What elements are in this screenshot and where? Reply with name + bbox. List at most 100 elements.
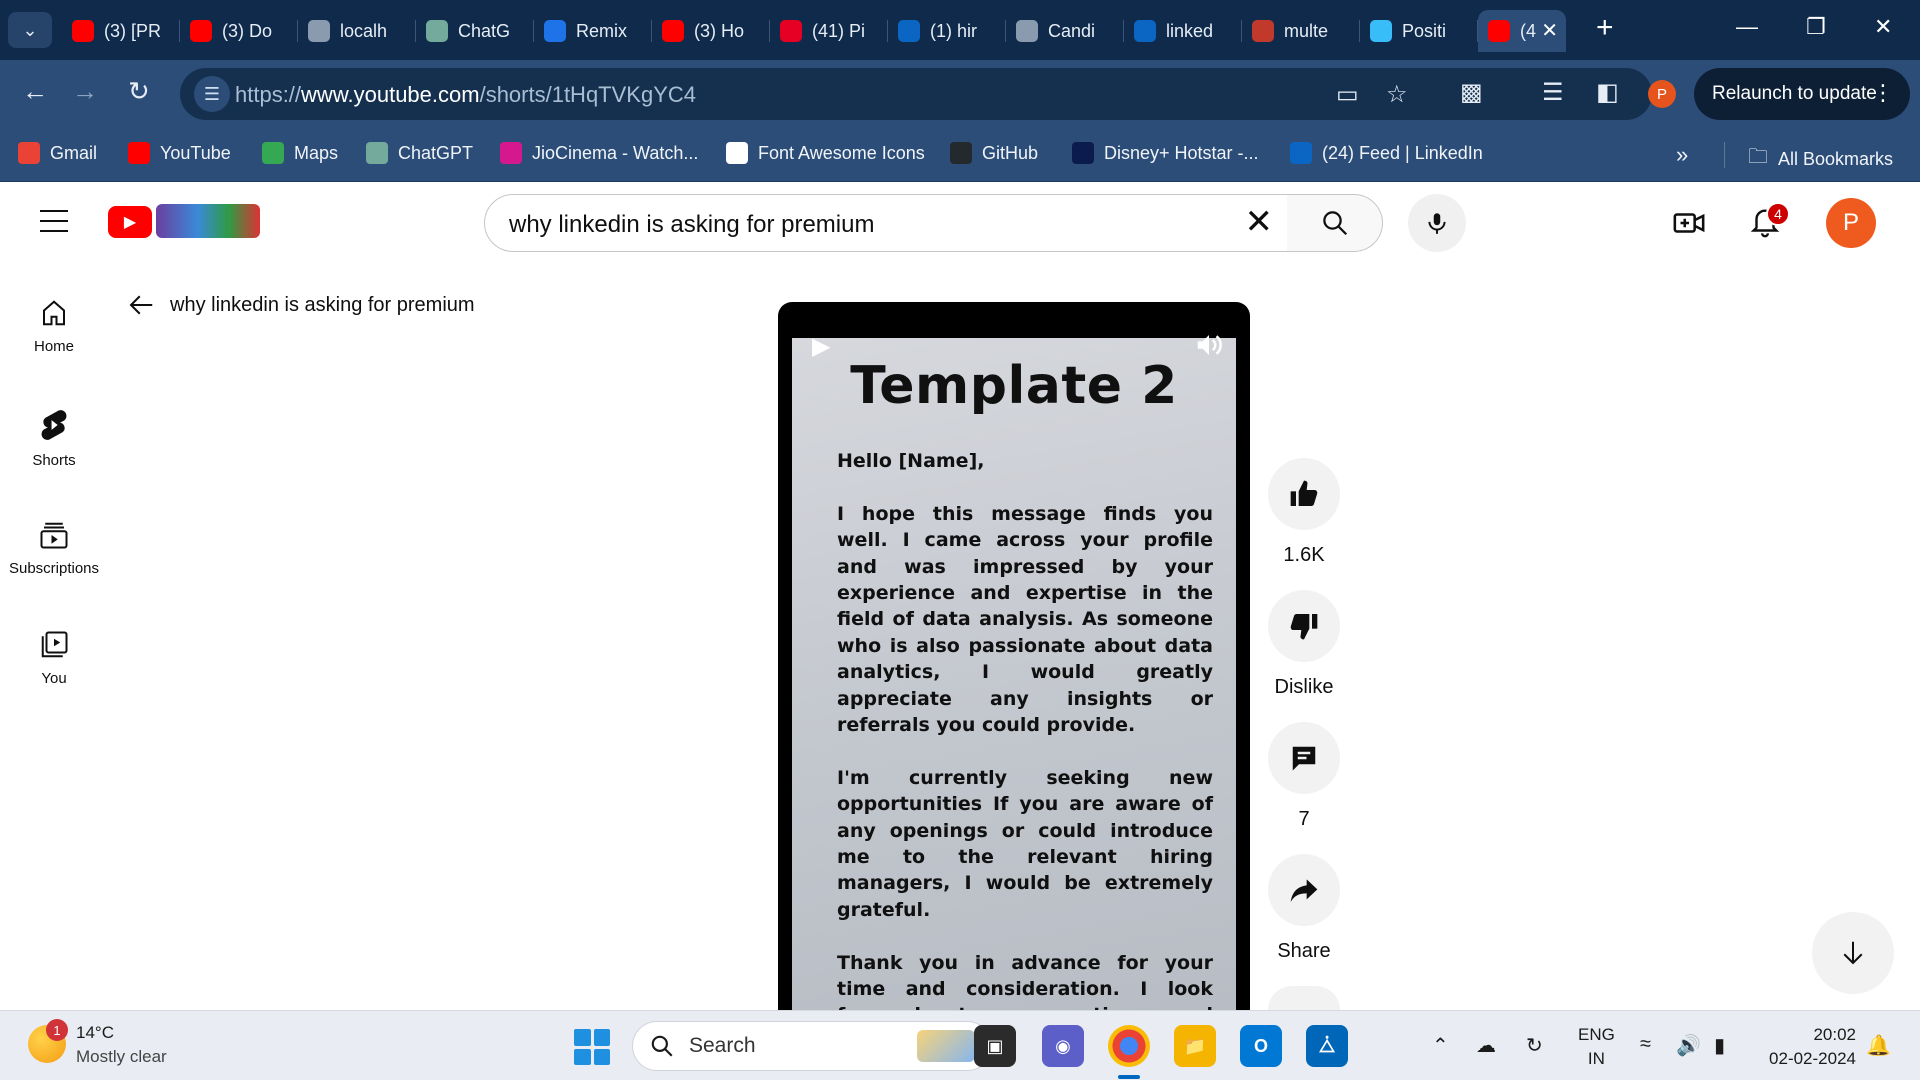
site-info-icon[interactable]: ☰ xyxy=(194,76,230,112)
battery-icon[interactable]: ▮ xyxy=(1714,1033,1725,1058)
bookmark-item[interactable]: Maps xyxy=(262,142,338,164)
weather-temperature[interactable]: 14°C xyxy=(76,1023,114,1043)
bookmark-star-icon[interactable]: ☆ xyxy=(1386,80,1408,109)
next-short-button[interactable] xyxy=(1812,912,1894,994)
restore-button[interactable]: ❐ xyxy=(1806,14,1826,40)
more-bookmarks-button[interactable]: » xyxy=(1676,142,1688,168)
globe-icon xyxy=(1016,20,1038,42)
back-button[interactable]: ← xyxy=(22,76,48,107)
play-icon[interactable]: ▶ xyxy=(812,332,830,361)
sidebar-item-shorts[interactable]: Shorts xyxy=(0,408,108,469)
browser-tab[interactable]: linked xyxy=(1124,10,1242,52)
reading-list-icon[interactable]: ☰ xyxy=(1542,78,1564,107)
browser-tab[interactable]: (3) Ho xyxy=(652,10,770,52)
forward-button[interactable]: → xyxy=(72,76,98,107)
arrow-back-icon[interactable] xyxy=(126,290,156,320)
chrome-icon[interactable] xyxy=(1108,1025,1150,1067)
browser-tab[interactable]: Candi xyxy=(1006,10,1124,52)
you-icon xyxy=(41,631,68,658)
browser-tab-strip: ⌄ (3) [PR (3) Do localh ChatG Remix (3) Ho (41… xyxy=(0,0,1920,60)
reload-button[interactable]: ↻ xyxy=(128,76,150,107)
relaunch-button[interactable]: Relaunch to update ⋮ xyxy=(1694,68,1910,120)
search-input[interactable]: why linkedin is asking for premium xyxy=(509,211,874,239)
show-hidden-icons[interactable]: ⌃ xyxy=(1432,1033,1449,1058)
browser-tab[interactable]: (3) Do xyxy=(180,10,298,52)
short-video-title: Template 2 xyxy=(850,356,1178,416)
bookmark-item[interactable]: YouTube xyxy=(128,142,231,164)
taskbar-search[interactable]: Search xyxy=(632,1021,992,1071)
new-tab-button[interactable]: + xyxy=(1596,13,1614,43)
wifi-icon[interactable]: ≈ xyxy=(1640,1033,1651,1056)
more-menu-icon[interactable]: ⋮ xyxy=(1872,80,1894,106)
search-button[interactable] xyxy=(1287,194,1383,252)
menu-icon[interactable] xyxy=(40,210,68,232)
like-circle[interactable] xyxy=(1268,458,1340,530)
task-view-icon[interactable]: ▣ xyxy=(974,1025,1016,1067)
start-button[interactable] xyxy=(574,1029,610,1065)
sidebar-item-subscriptions[interactable]: Subscriptions xyxy=(0,520,108,577)
create-button[interactable] xyxy=(1672,206,1706,245)
bookmark-item[interactable]: JioCinema - Watch... xyxy=(500,142,698,164)
side-panel-icon[interactable]: ◧ xyxy=(1596,78,1619,107)
system-clock[interactable]: 20:02 02-02-2024 xyxy=(1760,1023,1856,1071)
clear-search-icon[interactable]: ✕ xyxy=(1245,205,1274,239)
weather-description[interactable]: Mostly clear xyxy=(76,1047,167,1067)
browser-tab[interactable]: multe xyxy=(1242,10,1360,52)
browser-profile-avatar[interactable]: P xyxy=(1648,80,1676,108)
like-button[interactable]: 1.6K xyxy=(1268,458,1340,567)
share-circle[interactable] xyxy=(1268,854,1340,926)
comment-icon xyxy=(1292,746,1316,771)
address-bar[interactable]: ☰ https://www.youtube.com/shorts/1tHqTVK… xyxy=(180,68,1652,120)
browser-tab[interactable]: Remix xyxy=(534,10,652,52)
bookmark-item[interactable]: Font Awesome Icons xyxy=(726,142,925,164)
browser-tab[interactable]: localh xyxy=(298,10,416,52)
close-window-button[interactable]: ✕ xyxy=(1874,14,1892,40)
comments-circle[interactable] xyxy=(1268,722,1340,794)
dislike-button[interactable]: Dislike xyxy=(1268,590,1340,699)
comments-button[interactable]: 7 xyxy=(1268,722,1340,831)
install-app-icon[interactable]: ▭ xyxy=(1336,80,1359,109)
dislike-circle[interactable] xyxy=(1268,590,1340,662)
tab-search-button[interactable]: ⌄ xyxy=(8,12,52,48)
sidebar-item-home[interactable]: Home xyxy=(0,298,108,355)
close-tab-icon[interactable]: ✕ xyxy=(1541,18,1558,43)
youtube-doodle[interactable] xyxy=(156,204,260,238)
outlook-icon[interactable]: O xyxy=(1240,1025,1282,1067)
file-explorer-icon[interactable]: 📁 xyxy=(1174,1025,1216,1067)
shorts-player[interactable]: ▶ Template 2 Hello [Name], I hope this m… xyxy=(778,302,1250,1022)
sidebar-item-you[interactable]: You xyxy=(0,630,108,687)
speaker-icon[interactable]: 🔊 xyxy=(1676,1033,1701,1058)
onedrive-icon[interactable]: ☁ xyxy=(1476,1033,1496,1058)
url-text[interactable]: https://www.youtube.com/shorts/1tHqTVKgY… xyxy=(235,82,696,108)
browser-tab[interactable]: Positi xyxy=(1360,10,1478,52)
search-box[interactable]: why linkedin is asking for premium ✕ xyxy=(484,194,1288,252)
minimize-button[interactable]: — xyxy=(1736,14,1758,40)
browser-tab[interactable]: (4 ✕ xyxy=(1478,10,1566,52)
browser-tab[interactable]: (1) hir xyxy=(888,10,1006,52)
letter-paragraph: I hope this message finds you well. I ca… xyxy=(837,502,1213,737)
bookmark-item[interactable]: (24) Feed | LinkedIn xyxy=(1290,142,1483,164)
account-avatar[interactable]: P xyxy=(1826,198,1876,248)
bookmark-label: JioCinema - Watch... xyxy=(532,142,699,163)
volume-icon[interactable] xyxy=(1194,330,1224,365)
browser-tab[interactable]: ChatG xyxy=(416,10,534,52)
bookmark-item[interactable]: ChatGPT xyxy=(366,142,473,164)
browser-tab[interactable]: (3) [PR xyxy=(62,10,180,52)
thumbs-down-icon xyxy=(1290,614,1318,640)
vscode-icon[interactable]: ⧊ xyxy=(1306,1025,1348,1067)
all-bookmarks-button[interactable]: 🗀 All Bookmarks xyxy=(1748,142,1893,176)
microphone-icon xyxy=(1428,213,1446,234)
share-button[interactable]: Share xyxy=(1268,854,1340,963)
bookmark-item[interactable]: GitHub xyxy=(950,142,1038,164)
bookmark-item[interactable]: Gmail xyxy=(18,142,97,164)
language-indicator[interactable]: ENG IN xyxy=(1578,1023,1615,1071)
sync-icon[interactable]: ↻ xyxy=(1526,1033,1543,1058)
browser-tab[interactable]: (41) Pi xyxy=(770,10,888,52)
teams-icon[interactable]: ◉ xyxy=(1042,1025,1084,1067)
notification-bell-icon[interactable]: 🔔 xyxy=(1866,1033,1891,1058)
extensions-icon[interactable]: ▩ xyxy=(1460,78,1483,107)
voice-search-button[interactable] xyxy=(1408,194,1466,252)
youtube-logo[interactable]: ▶ xyxy=(108,206,152,238)
more-actions-button[interactable] xyxy=(1268,986,1340,1010)
bookmark-item[interactable]: Disney+ Hotstar -... xyxy=(1072,142,1259,164)
